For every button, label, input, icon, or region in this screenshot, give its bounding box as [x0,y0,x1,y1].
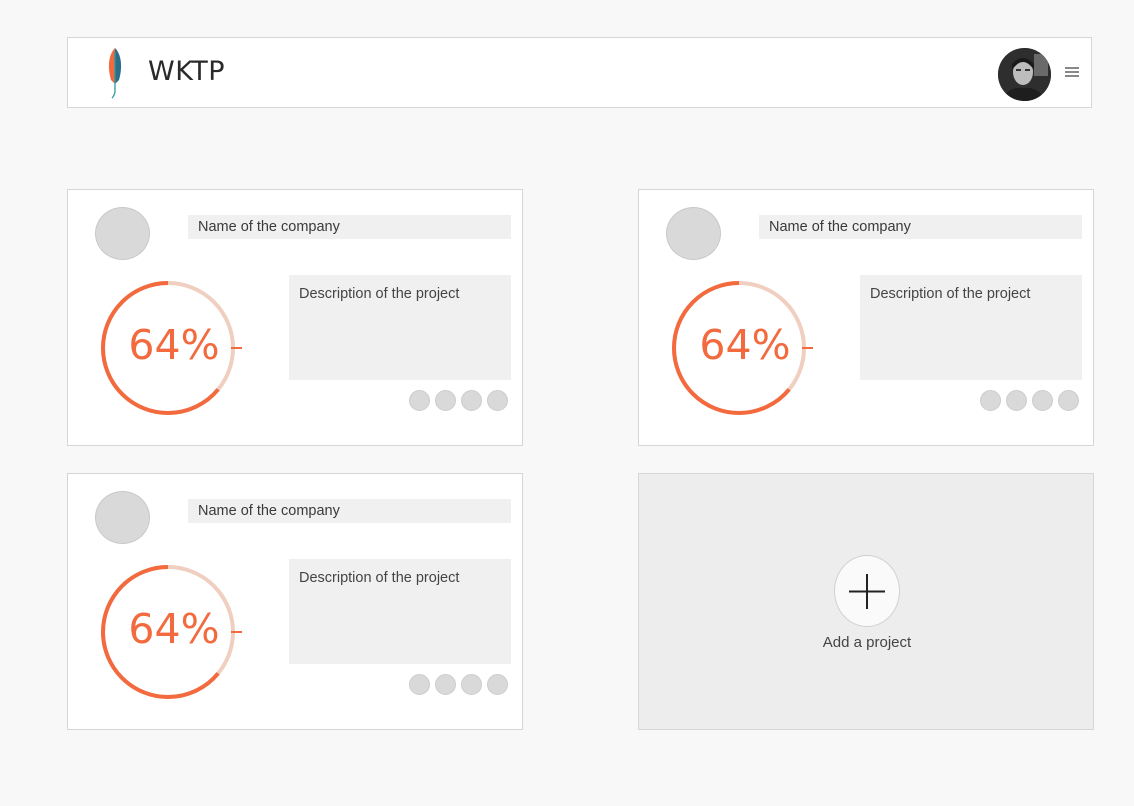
action-dots [409,674,508,696]
project-description: Description of the project [289,275,511,380]
action-dot-2[interactable] [435,674,456,695]
company-logo-placeholder [95,491,150,544]
project-card[interactable]: Name of the company 64% Description of t… [67,473,523,730]
action-dot-2[interactable] [1006,390,1027,411]
action-dot-4[interactable] [487,390,508,411]
plus-icon [849,574,885,609]
company-logo-placeholder [95,207,150,260]
action-dot-4[interactable] [487,674,508,695]
action-dot-3[interactable] [1032,390,1053,411]
action-dot-3[interactable] [461,390,482,411]
project-description: Description of the project [289,559,511,664]
progress-percentage: 64% [128,605,220,653]
top-header: WKTP [67,37,1092,108]
action-dot-4[interactable] [1058,390,1079,411]
company-name: Name of the company [188,499,511,523]
action-dot-1[interactable] [980,390,1001,411]
company-logo-placeholder [666,207,721,260]
hamburger-menu-icon[interactable] [1065,67,1079,79]
project-card[interactable]: Name of the company 64% Description of t… [638,189,1094,446]
action-dots [980,390,1079,412]
action-dot-3[interactable] [461,674,482,695]
progress-percentage: 64% [699,321,791,369]
app-title: WKTP [148,56,226,87]
feather-logo-icon[interactable] [105,46,125,100]
company-name: Name of the company [188,215,511,239]
action-dots [409,390,508,412]
action-dot-2[interactable] [435,390,456,411]
user-avatar[interactable] [998,48,1051,101]
project-description: Description of the project [860,275,1082,380]
action-dot-1[interactable] [409,674,430,695]
company-name: Name of the company [759,215,1082,239]
add-project-button[interactable] [834,555,900,627]
add-project-card[interactable]: Add a project [638,473,1094,730]
add-project-label: Add a project [822,634,912,651]
project-card[interactable]: Name of the company 64% Description of t… [67,189,523,446]
progress-percentage: 64% [128,321,220,369]
action-dot-1[interactable] [409,390,430,411]
